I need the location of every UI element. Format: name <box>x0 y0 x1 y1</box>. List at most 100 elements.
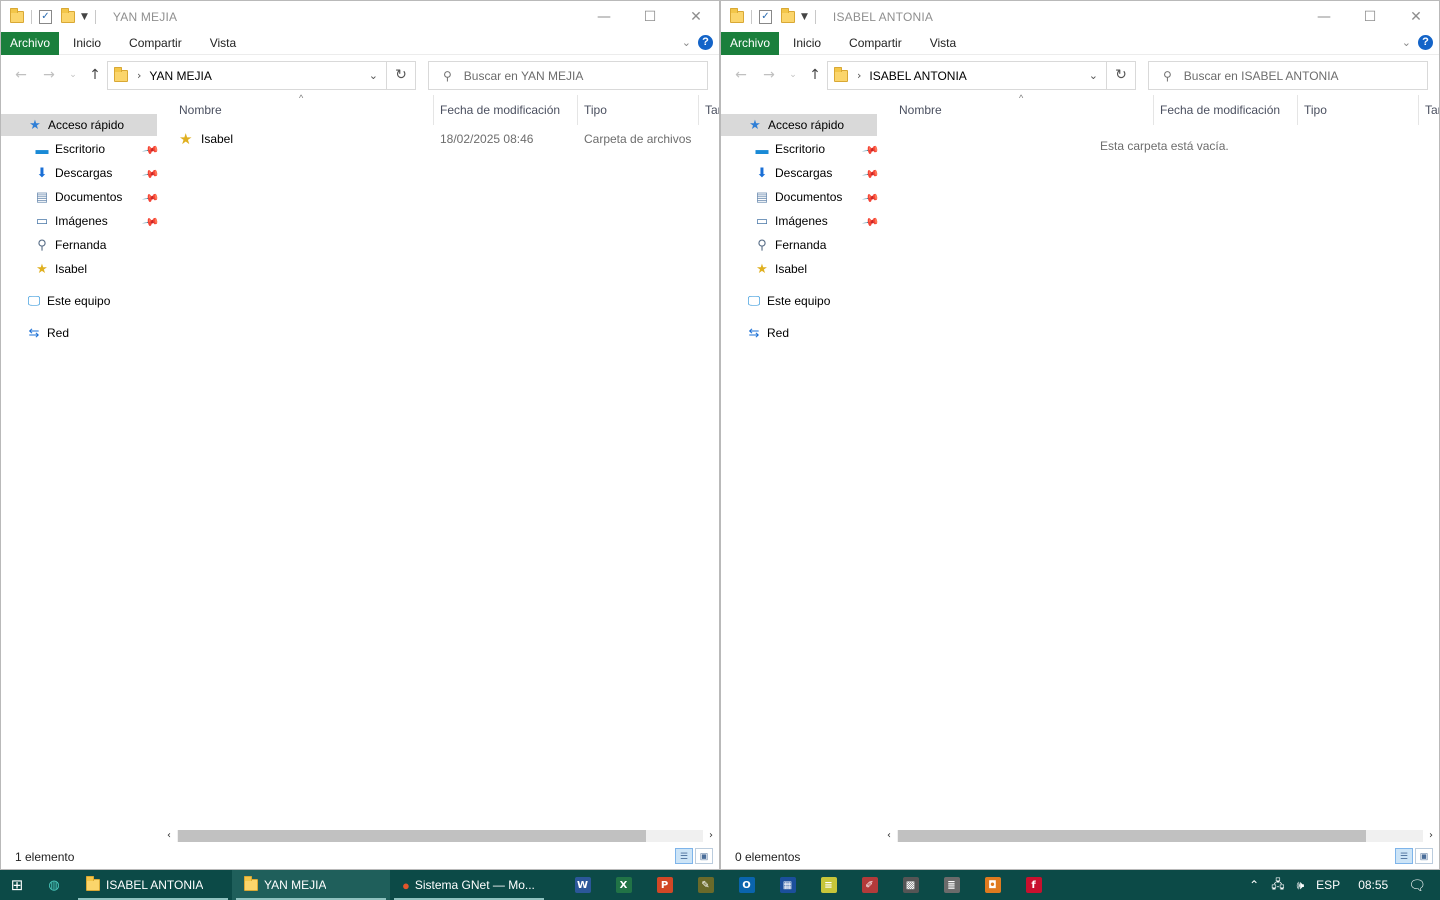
help-icon[interactable]: ? <box>698 35 713 50</box>
new-folder-icon[interactable] <box>61 7 75 23</box>
large-icons-view-icon[interactable]: ▣ <box>695 848 713 864</box>
details-view-icon[interactable]: ☰ <box>1395 848 1413 864</box>
search-placeholder[interactable]: Buscar en YAN MEJIA <box>464 69 584 83</box>
tab-file[interactable]: Archivo <box>721 31 780 55</box>
pin-icon[interactable]: 📌 <box>862 213 881 232</box>
taskbar-app-isabel-antonia[interactable]: ISABEL ANTONIA <box>74 870 232 900</box>
column-header-modified[interactable]: Fecha de modificación <box>1153 95 1280 125</box>
tab-share[interactable]: Compartir <box>835 32 916 55</box>
taskbar-pinned-word[interactable]: W <box>562 870 603 900</box>
taskbar-pinned-grid[interactable]: ▩ <box>890 870 931 900</box>
scroll-left-icon[interactable]: ‹ <box>881 828 897 844</box>
tab-home[interactable]: Inicio <box>779 32 835 55</box>
search-box[interactable]: ⚲ Buscar en ISABEL ANTONIA <box>1148 61 1428 90</box>
nav-item-network[interactable]: ⇆ Red <box>721 322 789 344</box>
address-path[interactable]: ISABEL ANTONIA <box>869 69 966 83</box>
refresh-button[interactable]: ↻ <box>1106 61 1136 90</box>
volume-icon[interactable]: 🕪 <box>1291 878 1311 893</box>
expand-ribbon-icon[interactable]: ⌄ <box>1402 36 1411 49</box>
nav-item-documents[interactable]: ▤ Documentos <box>721 186 843 208</box>
large-icons-view-icon[interactable]: ▣ <box>1415 848 1433 864</box>
scroll-left-icon[interactable]: ‹ <box>161 828 177 844</box>
pin-icon[interactable]: 📌 <box>142 165 161 184</box>
help-icon[interactable]: ? <box>1418 35 1433 50</box>
clock[interactable]: 08:55 <box>1346 878 1400 892</box>
nav-item-isabel[interactable]: ★ Isabel <box>1 258 87 280</box>
address-bar[interactable]: › YAN MEJIA ⌄ <box>107 61 387 90</box>
taskbar-app-sistema-gnet[interactable]: ● Sistema GNet — Mo... <box>390 870 548 900</box>
nav-item-fernanda[interactable]: ⚲ Fernanda <box>1 234 106 256</box>
edge-browser-icon[interactable]: ◍ <box>34 870 74 900</box>
file-name[interactable]: Isabel <box>201 132 233 146</box>
network-status-icon[interactable]: 🖧 <box>1265 875 1290 896</box>
properties-icon[interactable]: ✓ <box>759 9 772 24</box>
breadcrumb-separator-icon[interactable]: › <box>857 69 861 82</box>
minimize-button[interactable]: — <box>581 1 627 32</box>
tab-share[interactable]: Compartir <box>115 32 196 55</box>
search-box[interactable]: ⚲ Buscar en YAN MEJIA <box>428 61 708 90</box>
back-arrow-icon[interactable]: ← <box>11 65 31 85</box>
up-arrow-icon[interactable]: ↑ <box>85 65 105 85</box>
maximize-button[interactable]: ☐ <box>1347 1 1393 32</box>
scroll-thumb[interactable] <box>898 830 1366 842</box>
pin-icon[interactable]: 📌 <box>862 141 881 160</box>
nav-item-this-pc[interactable]: 🖵 Este equipo <box>721 290 831 312</box>
tab-file[interactable]: Archivo <box>1 31 60 55</box>
nav-item-isabel[interactable]: ★ Isabel <box>721 258 807 280</box>
column-header-type[interactable]: Tipo <box>577 95 607 125</box>
properties-icon[interactable]: ✓ <box>39 9 52 24</box>
tab-view[interactable]: Vista <box>916 32 970 55</box>
up-arrow-icon[interactable]: ↑ <box>805 65 825 85</box>
nav-item-downloads[interactable]: ⬇ Descargas <box>721 162 833 184</box>
pin-icon[interactable]: 📌 <box>142 141 161 160</box>
address-bar[interactable]: › ISABEL ANTONIA ⌄ <box>827 61 1107 90</box>
nav-item-pictures[interactable]: ▭ Imágenes <box>721 210 828 232</box>
tab-view[interactable]: Vista <box>196 32 250 55</box>
forward-arrow-icon[interactable]: → <box>759 65 779 85</box>
tab-home[interactable]: Inicio <box>59 32 115 55</box>
customize-toolbar-icon[interactable]: ▼ <box>801 12 808 22</box>
close-button[interactable]: ✕ <box>673 1 719 32</box>
nav-item-this-pc[interactable]: 🖵 Este equipo <box>1 290 111 312</box>
nav-item-quick-access[interactable]: ★ Acceso rápido <box>1 114 157 136</box>
pin-icon[interactable]: 📌 <box>142 213 161 232</box>
column-header-type[interactable]: Tipo <box>1297 95 1327 125</box>
new-folder-icon[interactable] <box>781 7 795 23</box>
close-button[interactable]: ✕ <box>1393 1 1439 32</box>
scroll-right-icon[interactable]: › <box>703 828 719 844</box>
column-header-size[interactable]: Tar <box>1418 95 1439 125</box>
chevron-up-icon[interactable]: ⌃ <box>1243 878 1265 892</box>
taskbar-pinned-db[interactable]: ≣ <box>931 870 972 900</box>
nav-item-desktop[interactable]: ▬ Escritorio <box>1 138 106 160</box>
pin-icon[interactable]: 📌 <box>862 189 881 208</box>
taskbar-pinned-red-app[interactable]: f <box>1013 870 1054 900</box>
scroll-right-icon[interactable]: › <box>1423 828 1439 844</box>
address-dropdown-icon[interactable]: ⌄ <box>1089 69 1098 82</box>
taskbar-pinned-pen[interactable]: ✐ <box>849 870 890 900</box>
taskbar-pinned-orange-app[interactable]: ◘ <box>972 870 1013 900</box>
address-path[interactable]: YAN MEJIA <box>149 69 211 83</box>
pin-icon[interactable]: 📌 <box>862 165 881 184</box>
language-indicator[interactable]: ESP <box>1310 878 1346 892</box>
refresh-button[interactable]: ↻ <box>386 61 416 90</box>
taskbar-pinned-powerpoint[interactable]: P <box>644 870 685 900</box>
column-header-size[interactable]: Tar <box>698 95 719 125</box>
windows-start-icon[interactable]: ⊞ <box>0 870 34 900</box>
column-header-modified[interactable]: Fecha de modificación <box>433 95 560 125</box>
horizontal-scrollbar[interactable]: ‹ › <box>161 828 719 844</box>
nav-item-fernanda[interactable]: ⚲ Fernanda <box>721 234 826 256</box>
nav-item-quick-access[interactable]: ★ Acceso rápido <box>721 114 877 136</box>
taskbar-pinned-app[interactable]: ▦ <box>767 870 808 900</box>
notifications-icon[interactable]: 🗨 <box>1400 877 1440 894</box>
nav-item-documents[interactable]: ▤ Documentos <box>1 186 123 208</box>
taskbar-pinned-excel[interactable]: X <box>603 870 644 900</box>
column-header-name[interactable]: Nombre <box>179 95 222 125</box>
taskbar-pinned-notes[interactable]: ≡ <box>808 870 849 900</box>
column-header-name[interactable]: Nombre <box>899 95 942 125</box>
horizontal-scrollbar[interactable]: ‹ › <box>881 828 1439 844</box>
recent-locations-icon[interactable]: ⌄ <box>63 65 83 85</box>
scroll-thumb[interactable] <box>178 830 646 842</box>
search-placeholder[interactable]: Buscar en ISABEL ANTONIA <box>1184 69 1339 83</box>
taskbar-app-yan-mejia[interactable]: YAN MEJIA <box>232 870 390 900</box>
nav-item-pictures[interactable]: ▭ Imágenes <box>1 210 108 232</box>
